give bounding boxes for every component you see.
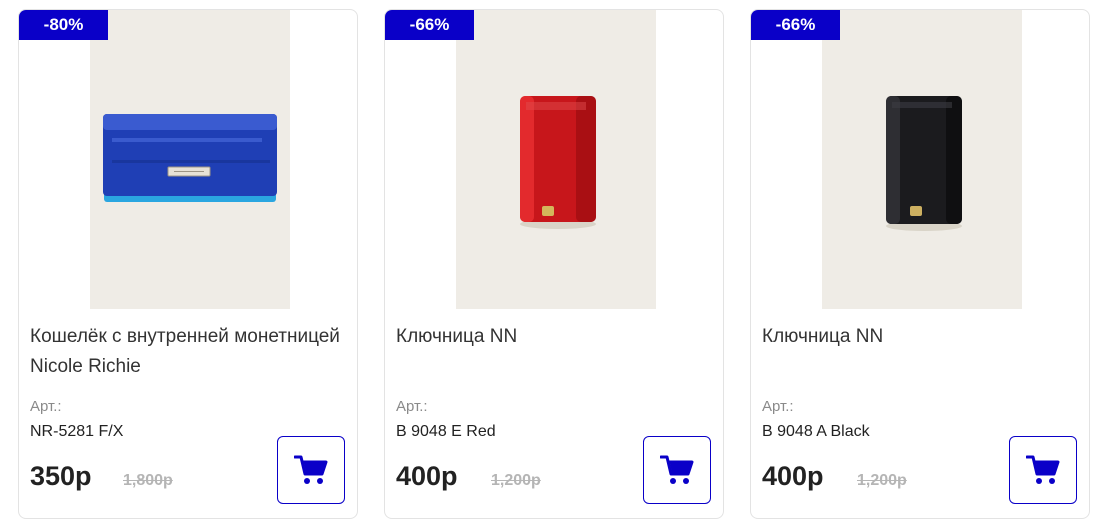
article-number: NR-5281 F/X xyxy=(30,423,124,440)
shopping-cart-icon xyxy=(1026,455,1060,484)
product-title[interactable]: Ключница NN xyxy=(762,322,1072,352)
add-to-cart-button[interactable] xyxy=(1009,436,1077,504)
product-title[interactable]: Ключница NN xyxy=(396,322,706,352)
discount-badge: -66% xyxy=(751,10,840,40)
article-label: Арт.: xyxy=(762,398,794,415)
product-card[interactable]: -80% Кошелёк с внутренней монетницей Nic… xyxy=(18,9,358,519)
product-image[interactable] xyxy=(822,10,1022,309)
old-price: 1,200р xyxy=(491,472,541,489)
discount-badge: -80% xyxy=(19,10,108,40)
discount-badge: -66% xyxy=(385,10,474,40)
current-price: 350р xyxy=(30,461,92,491)
product-title[interactable]: Кошелёк с внутренней монетницей Nicole R… xyxy=(30,322,340,382)
old-price: 1,800р xyxy=(123,472,173,489)
article-label: Арт.: xyxy=(396,398,428,415)
product-image[interactable] xyxy=(456,10,656,309)
blue-wallet-image xyxy=(90,10,290,309)
product-image[interactable] xyxy=(90,10,290,309)
product-card[interactable]: -66% Ключница NN Арт.: B 9048 A Black 40… xyxy=(750,9,1090,519)
black-key-holder-image xyxy=(822,10,1022,309)
product-card[interactable]: -66% Ключница NN Арт.: B 9048 E Red 400р… xyxy=(384,9,724,519)
shopping-cart-icon xyxy=(660,455,694,484)
article-number: B 9048 E Red xyxy=(396,423,496,440)
article-label: Арт.: xyxy=(30,398,62,415)
add-to-cart-button[interactable] xyxy=(277,436,345,504)
add-to-cart-button[interactable] xyxy=(643,436,711,504)
shopping-cart-icon xyxy=(294,455,328,484)
current-price: 400р xyxy=(762,461,824,491)
product-grid: -80% Кошелёк с внутренней монетницей Nic… xyxy=(0,0,1106,522)
article-number: B 9048 A Black xyxy=(762,423,870,440)
old-price: 1,200р xyxy=(857,472,907,489)
current-price: 400р xyxy=(396,461,458,491)
red-key-holder-image xyxy=(456,10,656,309)
